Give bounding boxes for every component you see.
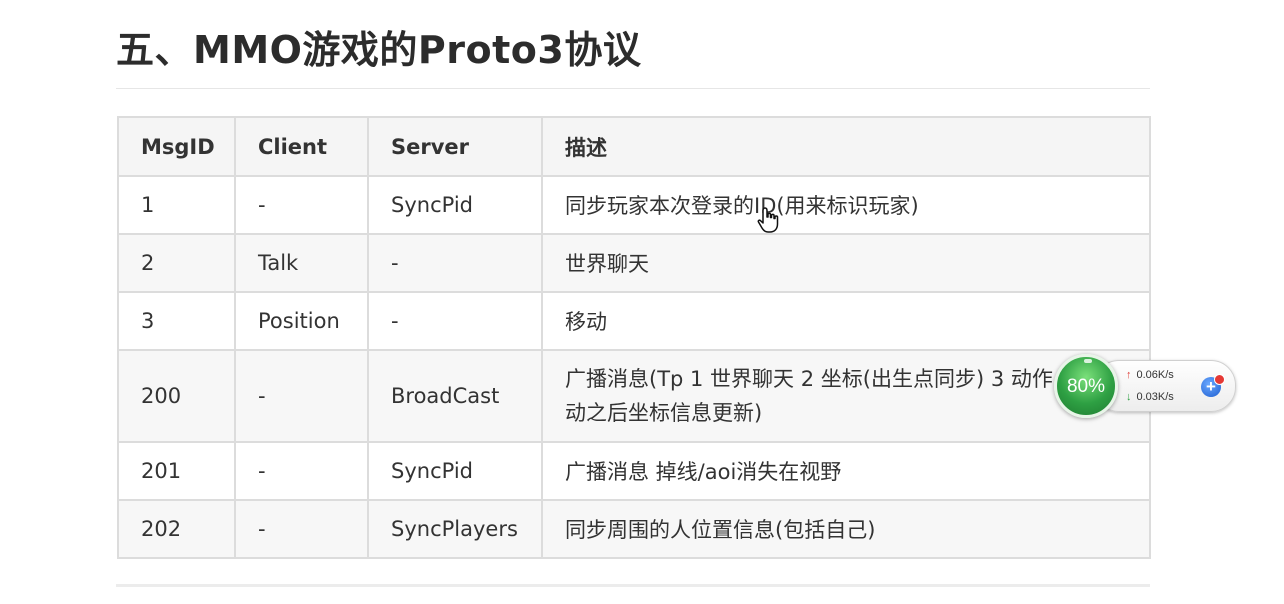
header-client: Client [234,116,369,177]
cell-description: 同步玩家本次登录的ID(用来标识玩家) [541,175,1151,235]
header-description: 描述 [541,116,1151,177]
cell-description: 移动 [541,291,1151,351]
download-speed-value: 0.03K/s [1136,391,1174,403]
cell-client: - [234,349,369,443]
cell-msgid: 200 [117,349,236,443]
table-row: 202 - SyncPlayers 同步周围的人位置信息(包括自己) [117,499,1151,559]
upload-speed-value: 0.06K/s [1136,369,1174,381]
cell-msgid: 202 [117,499,236,559]
cell-server: SyncPid [367,175,543,235]
upload-arrow-icon: ↑ [1126,369,1132,381]
cell-msgid: 201 [117,441,236,501]
msg-table: MsgID Client Server 描述 1 - SyncPid 同步玩家本… [117,116,1151,559]
ball-highlight [1084,359,1092,363]
table-row: 3 Position - 移动 [117,291,1151,351]
table-row: 2 Talk - 世界聊天 [117,233,1151,293]
cell-msgid: 2 [117,233,236,293]
network-speed-widget[interactable]: ↑ 0.06K/s ↓ 0.03K/s + 80% [1054,354,1236,420]
cell-server: - [367,291,543,351]
cell-client: - [234,441,369,501]
cell-msgid: 1 [117,175,236,235]
cell-client: - [234,175,369,235]
accelerator-ball[interactable]: 80% [1054,354,1118,418]
header-server: Server [367,116,543,177]
bottom-divider [116,584,1150,587]
cell-server: BroadCast [367,349,543,443]
hand-pointer-icon [757,207,779,233]
table-row: 1 - SyncPid 同步玩家本次登录的ID(用来标识玩家) [117,175,1151,235]
table-header-row: MsgID Client Server 描述 [117,116,1151,177]
cell-description: 世界聊天 [541,233,1151,293]
page-title: 五、MMO游戏的Proto3协议 [116,28,642,72]
cell-client: Position [234,291,369,351]
table-row: 200 - BroadCast 广播消息(Tp 1 世界聊天 2 坐标(出生点同… [117,349,1151,443]
cell-msgid: 3 [117,291,236,351]
cell-client: Talk [234,233,369,293]
cell-server: SyncPid [367,441,543,501]
upload-speed: ↑ 0.06K/s [1126,369,1174,381]
cell-client: - [234,499,369,559]
cell-server: - [367,233,543,293]
title-divider [116,88,1150,89]
download-arrow-icon: ↓ [1126,391,1132,403]
cell-server: SyncPlayers [367,499,543,559]
download-speed: ↓ 0.03K/s [1126,391,1174,403]
header-msgid: MsgID [117,116,236,177]
usage-percent: 80% [1066,376,1106,397]
cell-description: 广播消息 掉线/aoi消失在视野 [541,441,1151,501]
notification-dot-icon [1214,374,1225,385]
table-row: 201 - SyncPid 广播消息 掉线/aoi消失在视野 [117,441,1151,501]
cell-description: 同步周围的人位置信息(包括自己) [541,499,1151,559]
